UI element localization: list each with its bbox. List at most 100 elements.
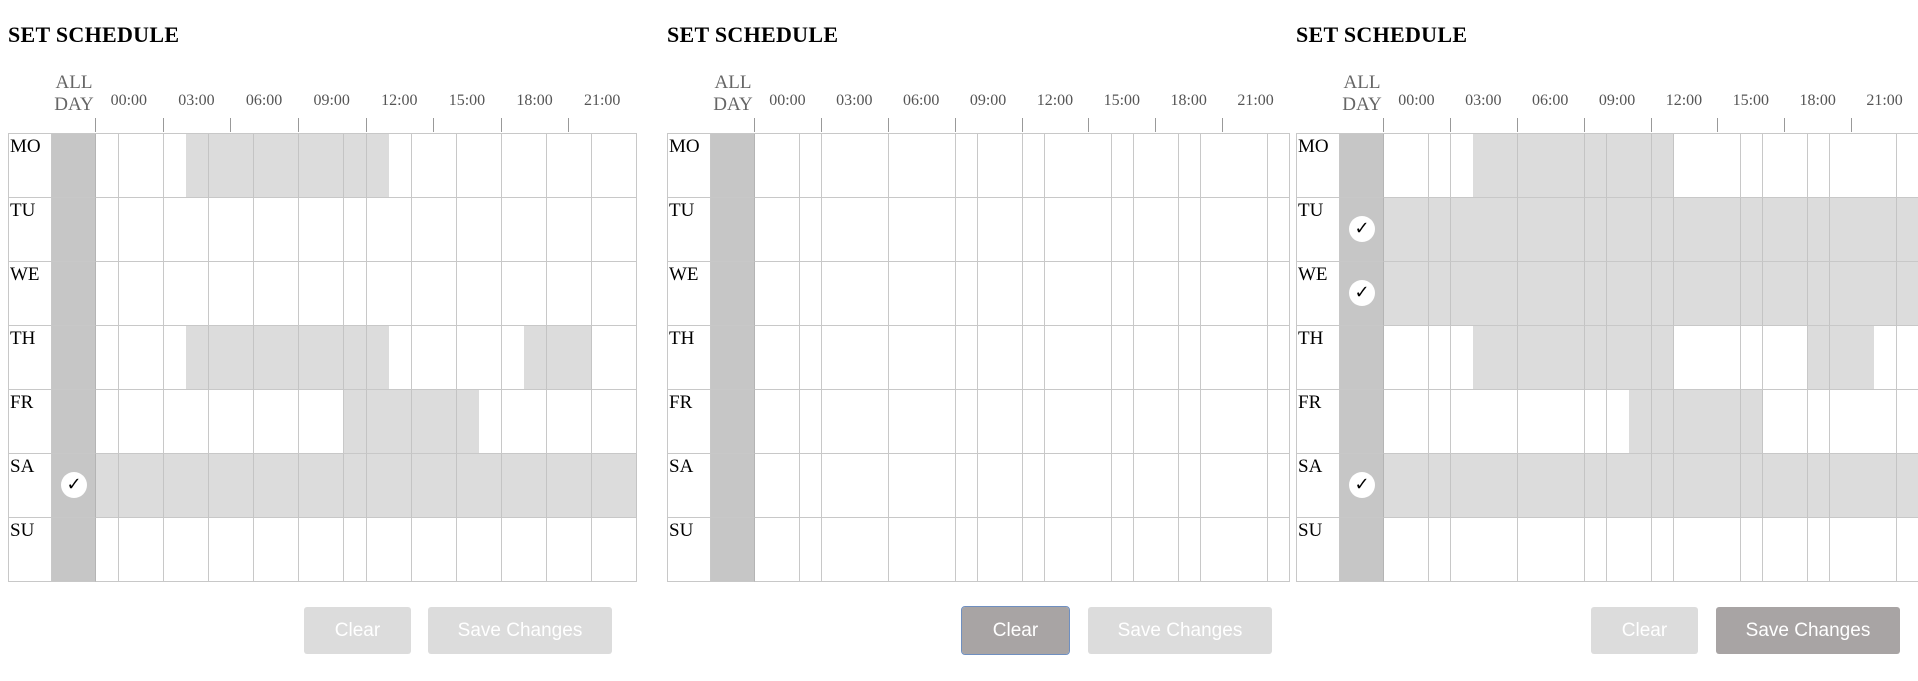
hour-cell[interactable] xyxy=(208,134,232,198)
hour-cell[interactable] xyxy=(118,454,142,518)
hour-cell[interactable] xyxy=(977,134,1001,198)
hour-cell[interactable] xyxy=(1740,326,1764,390)
hour-cell[interactable] xyxy=(1111,454,1135,518)
all-day-toggle[interactable] xyxy=(1340,390,1384,454)
hour-cell[interactable] xyxy=(96,198,120,262)
hour-cell[interactable] xyxy=(1896,454,1918,518)
hour-cell[interactable] xyxy=(1807,454,1831,518)
hour-cell[interactable] xyxy=(1223,454,1246,518)
hour-cell[interactable] xyxy=(888,134,912,198)
hour-cell[interactable] xyxy=(1245,518,1269,582)
all-day-toggle[interactable] xyxy=(52,326,96,390)
hour-cell[interactable] xyxy=(1584,262,1608,326)
hour-cell[interactable] xyxy=(118,262,142,326)
hour-cell[interactable] xyxy=(1089,198,1113,262)
hour-cell[interactable] xyxy=(366,198,390,262)
hour-cell[interactable] xyxy=(1606,262,1630,326)
hour-cell[interactable] xyxy=(96,390,120,454)
hour-cell[interactable] xyxy=(1495,518,1519,582)
hour-cell[interactable] xyxy=(1133,326,1157,390)
hour-cell[interactable] xyxy=(755,390,778,454)
hour-cell[interactable] xyxy=(501,518,525,582)
hour-cell[interactable] xyxy=(569,326,593,390)
hour-cell[interactable] xyxy=(1495,262,1519,326)
hour-cell[interactable] xyxy=(1450,262,1474,326)
hour-cell[interactable] xyxy=(1852,454,1875,518)
hour-cell[interactable] xyxy=(888,326,912,390)
hour-cell[interactable] xyxy=(321,454,345,518)
hour-cell[interactable] xyxy=(1223,326,1246,390)
hour-cell[interactable] xyxy=(186,518,210,582)
hour-cell[interactable] xyxy=(141,134,165,198)
hour-cell[interactable] xyxy=(569,134,593,198)
hour-cell[interactable] xyxy=(821,518,845,582)
hour-cell[interactable] xyxy=(1651,390,1675,454)
hour-cell[interactable] xyxy=(1874,198,1898,262)
hour-cell[interactable] xyxy=(866,198,890,262)
hour-cell[interactable] xyxy=(1450,518,1474,582)
hour-cell[interactable] xyxy=(501,134,525,198)
hour-cell[interactable] xyxy=(1428,454,1452,518)
hour-cell[interactable] xyxy=(1807,326,1831,390)
hour-cell[interactable] xyxy=(1245,326,1269,390)
hour-cell[interactable] xyxy=(321,262,345,326)
hour-cell[interactable] xyxy=(479,326,503,390)
hour-cell[interactable] xyxy=(955,518,979,582)
hour-cell[interactable] xyxy=(1384,134,1407,198)
hour-cell[interactable] xyxy=(1584,454,1608,518)
hour-cell[interactable] xyxy=(888,518,912,582)
hour-cell[interactable] xyxy=(1223,518,1246,582)
hour-cell[interactable] xyxy=(1022,262,1046,326)
hour-cell[interactable] xyxy=(343,134,367,198)
hour-cell[interactable] xyxy=(1517,198,1541,262)
hour-cell[interactable] xyxy=(955,134,979,198)
hour-cell[interactable] xyxy=(1807,390,1831,454)
hour-cell[interactable] xyxy=(866,390,890,454)
hour-cell[interactable] xyxy=(1428,262,1452,326)
hour-cell[interactable] xyxy=(1651,134,1675,198)
hour-cell[interactable] xyxy=(524,134,548,198)
hour-cell[interactable] xyxy=(1740,390,1764,454)
hour-cell[interactable] xyxy=(1473,390,1496,454)
hour-cell[interactable] xyxy=(1089,326,1113,390)
hour-cell[interactable] xyxy=(411,198,435,262)
hour-cell[interactable] xyxy=(1156,390,1180,454)
hour-cell[interactable] xyxy=(866,262,890,326)
hour-cell[interactable] xyxy=(276,454,300,518)
hour-cell[interactable] xyxy=(614,326,638,390)
hour-cell[interactable] xyxy=(888,198,912,262)
hour-cell[interactable] xyxy=(1022,326,1046,390)
hour-cell[interactable] xyxy=(1044,454,1068,518)
all-day-toggle[interactable] xyxy=(52,390,96,454)
hour-cell[interactable] xyxy=(955,198,979,262)
hour-cell[interactable] xyxy=(411,134,435,198)
hour-cell[interactable] xyxy=(343,198,367,262)
hour-cell[interactable] xyxy=(276,262,300,326)
hour-cell[interactable] xyxy=(1740,518,1764,582)
hour-cell[interactable] xyxy=(591,454,615,518)
hour-cell[interactable] xyxy=(1584,390,1608,454)
hour-cell[interactable] xyxy=(569,390,593,454)
hour-cell[interactable] xyxy=(933,326,957,390)
hour-cell[interactable] xyxy=(1089,262,1113,326)
hour-cell[interactable] xyxy=(1000,518,1023,582)
hour-cell[interactable] xyxy=(1540,262,1563,326)
hour-cell[interactable] xyxy=(1673,390,1697,454)
hour-cell[interactable] xyxy=(186,134,210,198)
hour-cell[interactable] xyxy=(479,198,503,262)
hour-cell[interactable] xyxy=(1428,326,1452,390)
hour-cell[interactable] xyxy=(456,390,480,454)
hour-cell[interactable] xyxy=(1673,518,1697,582)
hour-cell[interactable] xyxy=(777,518,801,582)
hour-cell[interactable] xyxy=(1540,454,1563,518)
hour-cell[interactable] xyxy=(1696,134,1719,198)
hour-cell[interactable] xyxy=(1829,198,1853,262)
clear-button[interactable]: Clear xyxy=(304,607,411,654)
hour-cell[interactable] xyxy=(1406,262,1430,326)
hour-cell[interactable] xyxy=(231,262,255,326)
hour-cell[interactable] xyxy=(955,326,979,390)
hour-cell[interactable] xyxy=(434,134,458,198)
hour-cell[interactable] xyxy=(1133,390,1157,454)
hour-cell[interactable] xyxy=(208,390,232,454)
hour-cell[interactable] xyxy=(1718,326,1742,390)
